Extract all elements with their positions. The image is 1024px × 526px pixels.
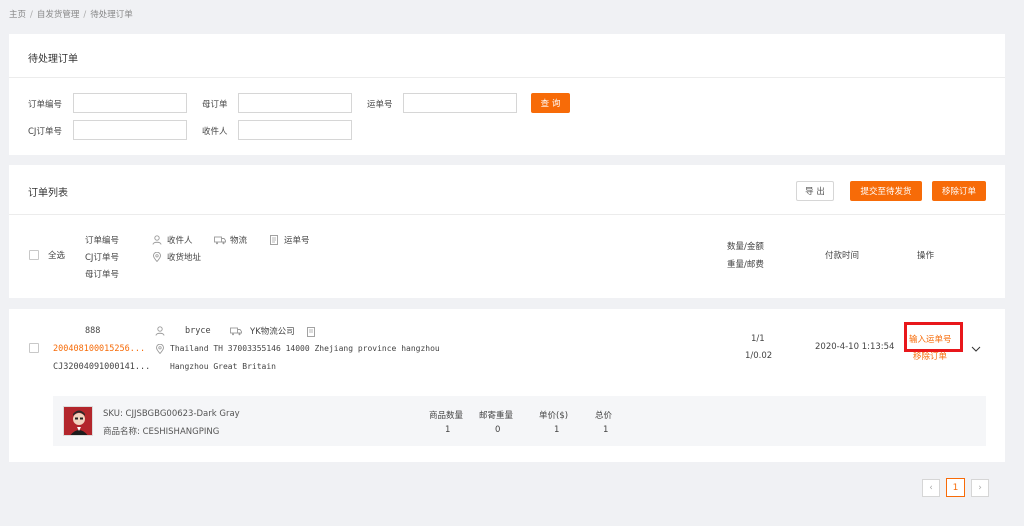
order-no-input[interactable] (73, 93, 187, 113)
header-address: 收货地址 (167, 253, 202, 263)
user-icon (155, 326, 165, 336)
next-page-button[interactable]: › (971, 479, 989, 497)
parent-order-input[interactable] (238, 93, 352, 113)
product-price-label: 单价($) (539, 411, 569, 421)
product-thumbnail-icon (64, 407, 92, 435)
prev-page-button[interactable]: ‹ (922, 479, 940, 497)
header-tracking-no: 运单号 (284, 236, 310, 246)
export-button[interactable]: 导 出 (796, 181, 834, 201)
product-name: 商品名称: CESHISHANGPING (103, 427, 220, 437)
input-tracking-no-link[interactable]: 输入运单号 (909, 333, 952, 345)
tracking-no-label: 运单号 (367, 100, 393, 110)
address-line-2: Hangzhou Great Britain (170, 362, 276, 371)
cj-order-no: CJ32004091000141... (53, 362, 151, 372)
header-cj-order-no: CJ订单号 (85, 253, 119, 263)
qty-amount-value: 1/1 (751, 334, 765, 344)
recipient-label: 收件人 (202, 127, 228, 137)
breadcrumb-separator: / (30, 10, 33, 20)
product-detail-panel: SKU: CJJSBGBG00623-Dark Gray 商品名称: CESHI… (53, 396, 986, 446)
tracking-no-input[interactable] (403, 93, 517, 113)
product-total-label: 总价 (595, 411, 613, 421)
order-row: 888 200408100015256... CJ32004091000141.… (9, 309, 1005, 462)
cj-order-no-label: CJ订单号 (28, 127, 62, 137)
page-1-button[interactable]: 1 (946, 478, 965, 497)
remove-orders-button[interactable]: 移除订单 (932, 181, 986, 201)
search-panel-title: 待处理订单 (28, 54, 78, 65)
header-logistics: 物流 (230, 236, 248, 246)
logistics-company: YK物流公司 (250, 327, 295, 337)
order-no-label: 订单编号 (28, 100, 63, 110)
address-line-1: Thailand TH 37003355146 14000 Zhejiang p… (170, 344, 440, 353)
location-pin-icon (153, 252, 161, 262)
query-button[interactable]: 查 询 (531, 93, 570, 113)
divider (9, 214, 1005, 215)
header-recipient: 收件人 (167, 236, 193, 246)
order-list-panel: 订单列表 导 出 提交至待发货 移除订单 全选 订单编号 CJ订单号 母订单号 … (9, 165, 1005, 298)
header-parent-order-no: 母订单号 (85, 270, 120, 280)
header-order-no: 订单编号 (85, 236, 120, 246)
header-qty-amount: 数量/金额 (727, 242, 764, 252)
product-price-value: 1 (554, 425, 560, 435)
header-weight-postage: 重量/邮费 (727, 260, 764, 270)
breadcrumb-home[interactable]: 主页 (9, 10, 26, 20)
truck-icon (214, 236, 226, 245)
header-pay-time: 付款时间 (825, 251, 860, 261)
user-icon (152, 235, 162, 245)
product-qty-label: 商品数量 (429, 411, 464, 421)
truck-icon (230, 327, 242, 336)
product-sku: SKU: CJJSBGBG00623-Dark Gray (103, 409, 240, 419)
parent-order-label: 母订单 (202, 100, 228, 110)
weight-postage-value: 1/0.02 (745, 351, 773, 361)
location-pin-icon (156, 344, 164, 354)
recipient-input[interactable] (238, 120, 352, 140)
search-panel: 待处理订单 订单编号 母订单 运单号 查 询 CJ订单号 收件人 (9, 34, 1005, 155)
product-weight-value: 0 (495, 425, 501, 435)
header-actions: 操作 (917, 251, 935, 261)
cj-order-no-input[interactable] (73, 120, 187, 140)
breadcrumb-section[interactable]: 自发货管理 (37, 10, 80, 20)
recipient-name: bryce (185, 326, 211, 336)
order-no: 888 (85, 326, 101, 336)
product-total-value: 1 (603, 425, 609, 435)
pay-time-value: 2020-4-10 1:13:54 (815, 342, 895, 352)
product-qty-value: 1 (445, 425, 451, 435)
submit-to-pending-shipment-button[interactable]: 提交至待发货 (850, 181, 922, 201)
breadcrumb-current: 待处理订单 (90, 10, 133, 20)
parent-order-no[interactable]: 200408100015256... (53, 344, 145, 354)
breadcrumb: 主页 / 自发货管理 / 待处理订单 (9, 8, 133, 20)
document-icon[interactable] (306, 327, 316, 337)
select-all-label: 全选 (48, 251, 66, 261)
remove-order-link[interactable]: 移除订单 (913, 350, 947, 362)
product-weight-label: 邮寄重量 (479, 411, 514, 421)
select-all-checkbox[interactable] (29, 250, 39, 260)
document-icon (270, 235, 278, 245)
product-image (63, 406, 93, 436)
chevron-down-icon[interactable] (971, 344, 981, 354)
breadcrumb-separator: / (83, 10, 87, 20)
divider (9, 77, 1005, 78)
order-checkbox[interactable] (29, 343, 39, 353)
order-list-title: 订单列表 (28, 188, 68, 199)
